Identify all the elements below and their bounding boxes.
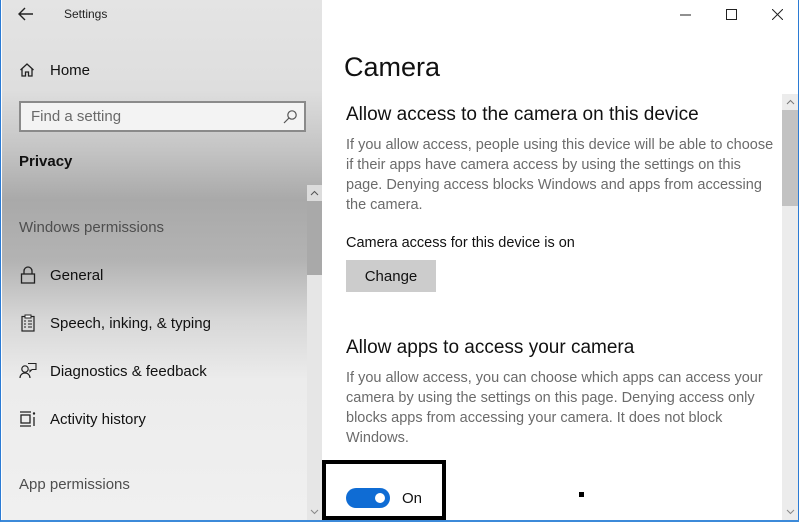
sidebar: Settings Home Privacy Windows permission… — [2, 0, 322, 520]
app-title: Settings — [64, 7, 108, 21]
close-icon — [771, 8, 783, 20]
device-access-status: Camera access for this device is on — [346, 235, 575, 251]
maximize-button[interactable] — [708, 0, 754, 28]
chevron-up-icon — [310, 190, 319, 196]
home-icon — [18, 61, 36, 79]
page-title: Camera — [344, 52, 441, 82]
search-input[interactable] — [21, 108, 271, 125]
title-bar: Settings — [2, 0, 322, 30]
maximize-icon — [725, 8, 737, 20]
apps-access-toggle-row: On — [346, 488, 422, 508]
search-icon[interactable] — [282, 109, 298, 125]
minimize-icon — [679, 14, 691, 15]
toggle-state-label: On — [402, 489, 423, 507]
activity-history-icon — [18, 409, 38, 429]
sidebar-item-label: Speech, inking, & typing — [50, 314, 211, 332]
sidebar-item-speech[interactable]: Speech, inking, & typing — [18, 309, 298, 337]
sidebar-item-label: Activity history — [50, 410, 146, 428]
sidebar-item-label: General — [50, 266, 104, 284]
scroll-down-button[interactable] — [782, 504, 799, 520]
scroll-up-button[interactable] — [307, 185, 322, 201]
mouse-cursor-marker — [579, 492, 584, 497]
main-content: Camera Allow access to the camera on thi… — [322, 0, 799, 520]
apps-access-toggle[interactable] — [346, 488, 390, 508]
minimize-button[interactable] — [662, 0, 708, 28]
settings-content: Allow access to the camera on this devic… — [346, 104, 776, 448]
chevron-up-icon — [786, 99, 795, 105]
apps-access-description: If you allow access, you can choose whic… — [346, 370, 763, 446]
scroll-up-button[interactable] — [782, 94, 799, 110]
toggle-knob — [375, 493, 385, 503]
group-header-windows-permissions: Windows permissions — [19, 219, 165, 236]
sidebar-item-general[interactable]: General — [18, 261, 298, 289]
person-feedback-icon — [18, 361, 38, 381]
sidebar-item-diagnostics[interactable]: Diagnostics & feedback — [18, 357, 298, 385]
device-access-description: If you allow access, people using this d… — [346, 137, 774, 213]
lock-icon — [18, 265, 38, 285]
device-access-heading: Allow access to the camera on this devic… — [346, 104, 699, 125]
sidebar-item-home[interactable]: Home — [18, 58, 298, 82]
scroll-thumb[interactable] — [307, 201, 322, 275]
sidebar-scrollbar[interactable] — [307, 185, 322, 520]
group-header-app-permissions: App permissions — [19, 476, 130, 493]
section-title: Privacy — [19, 153, 73, 170]
close-button[interactable] — [754, 0, 799, 28]
change-button[interactable]: Change — [346, 260, 436, 292]
apps-access-heading: Allow apps to access your camera — [346, 337, 635, 358]
arrow-left-icon — [18, 7, 33, 21]
settings-window: Settings Home Privacy Windows permission… — [0, 0, 799, 522]
back-button[interactable] — [12, 3, 40, 25]
scroll-thumb[interactable] — [782, 110, 799, 206]
chevron-down-icon — [310, 509, 319, 515]
scroll-down-button[interactable] — [307, 504, 322, 520]
clipboard-icon — [18, 313, 38, 333]
search-box[interactable] — [19, 101, 306, 132]
window-controls — [662, 0, 799, 28]
sidebar-item-label: Home — [50, 61, 91, 79]
sidebar-item-label: Diagnostics & feedback — [50, 362, 207, 380]
sidebar-item-activity-history[interactable]: Activity history — [18, 405, 298, 433]
main-scrollbar[interactable] — [782, 94, 799, 520]
chevron-down-icon — [786, 509, 795, 515]
